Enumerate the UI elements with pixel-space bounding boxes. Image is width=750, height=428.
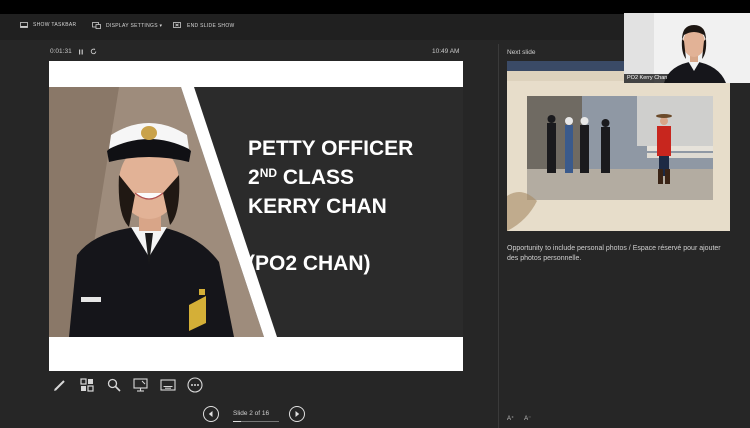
subtitles-button[interactable] xyxy=(158,376,177,394)
participant-name: PO2 Kerry Chan xyxy=(624,74,671,83)
increase-font-button[interactable]: A⁺ xyxy=(507,415,514,422)
participant-video: PO2 Kerry Chan xyxy=(624,13,750,83)
notes-font-controls: A⁺ A⁻ xyxy=(507,415,531,422)
pane-divider[interactable] xyxy=(498,44,499,428)
title-line-1: PETTY OFFICER xyxy=(248,137,414,160)
next-slide-image xyxy=(507,61,730,231)
decrease-font-button[interactable]: A⁻ xyxy=(524,415,531,422)
title-class: CLASS xyxy=(277,166,355,189)
show-taskbar-label: SHOW TASKBAR xyxy=(33,22,77,28)
window-top-bar xyxy=(0,0,750,14)
pen-tool-button[interactable] xyxy=(50,376,69,394)
previous-arrow-icon xyxy=(208,411,213,417)
display-settings-label: DISPLAY SETTINGS ▾ xyxy=(106,22,163,29)
current-time: 10:49 AM xyxy=(432,48,460,55)
pointer-button[interactable] xyxy=(131,376,150,394)
end-slideshow-button[interactable]: END SLIDE SHOW xyxy=(173,22,235,29)
speaker-notes[interactable]: Opportunity to include personal photos /… xyxy=(507,244,732,264)
subtitles-icon xyxy=(159,379,176,391)
slide-tools xyxy=(50,376,204,394)
pause-icon[interactable] xyxy=(78,49,84,55)
slide-navigation: Slide 2 of 16 xyxy=(203,404,308,424)
more-options-button[interactable] xyxy=(185,376,204,394)
laser-pointer-icon xyxy=(132,378,148,392)
restart-timer-icon[interactable] xyxy=(90,48,97,55)
previous-slide-button[interactable] xyxy=(203,406,219,422)
end-slideshow-icon xyxy=(173,22,181,28)
participant-video-feed xyxy=(624,13,750,83)
slide-counter: Slide 2 of 16 xyxy=(233,410,270,417)
grid-icon xyxy=(79,378,94,392)
zoom-button[interactable] xyxy=(104,376,123,394)
next-slide-label: Next slide xyxy=(507,49,536,56)
next-arrow-icon xyxy=(295,411,300,417)
slide-title: PETTY OFFICER 2ND CLASS KERRY CHAN (PO2 … xyxy=(248,134,458,278)
pen-icon xyxy=(53,380,65,391)
taskbar-icon xyxy=(20,22,28,28)
see-all-slides-button[interactable] xyxy=(77,376,96,394)
timer-value: 0:01:31 xyxy=(50,48,72,55)
next-slide-button[interactable] xyxy=(289,406,305,422)
show-taskbar-button[interactable]: SHOW TASKBAR xyxy=(20,22,76,28)
slide-progress xyxy=(233,421,279,422)
title-rank-number: 2 xyxy=(248,166,260,189)
title-line-3: KERRY CHAN xyxy=(248,195,387,218)
title-line-2: 2ND CLASS xyxy=(248,163,458,192)
title-rank-suffix: ND xyxy=(259,166,278,180)
display-settings-icon xyxy=(92,22,101,29)
end-slideshow-label: END SLIDE SHOW xyxy=(187,22,235,29)
display-settings-button[interactable]: DISPLAY SETTINGS ▾ xyxy=(92,22,162,29)
current-slide: PETTY OFFICER 2ND CLASS KERRY CHAN (PO2 … xyxy=(49,61,463,371)
more-icon xyxy=(186,377,203,393)
magnifier-icon xyxy=(107,378,121,392)
next-slide-preview[interactable] xyxy=(507,61,730,231)
short-name: (PO2 CHAN) xyxy=(248,252,371,275)
presentation-timer: 0:01:31 xyxy=(50,48,97,55)
